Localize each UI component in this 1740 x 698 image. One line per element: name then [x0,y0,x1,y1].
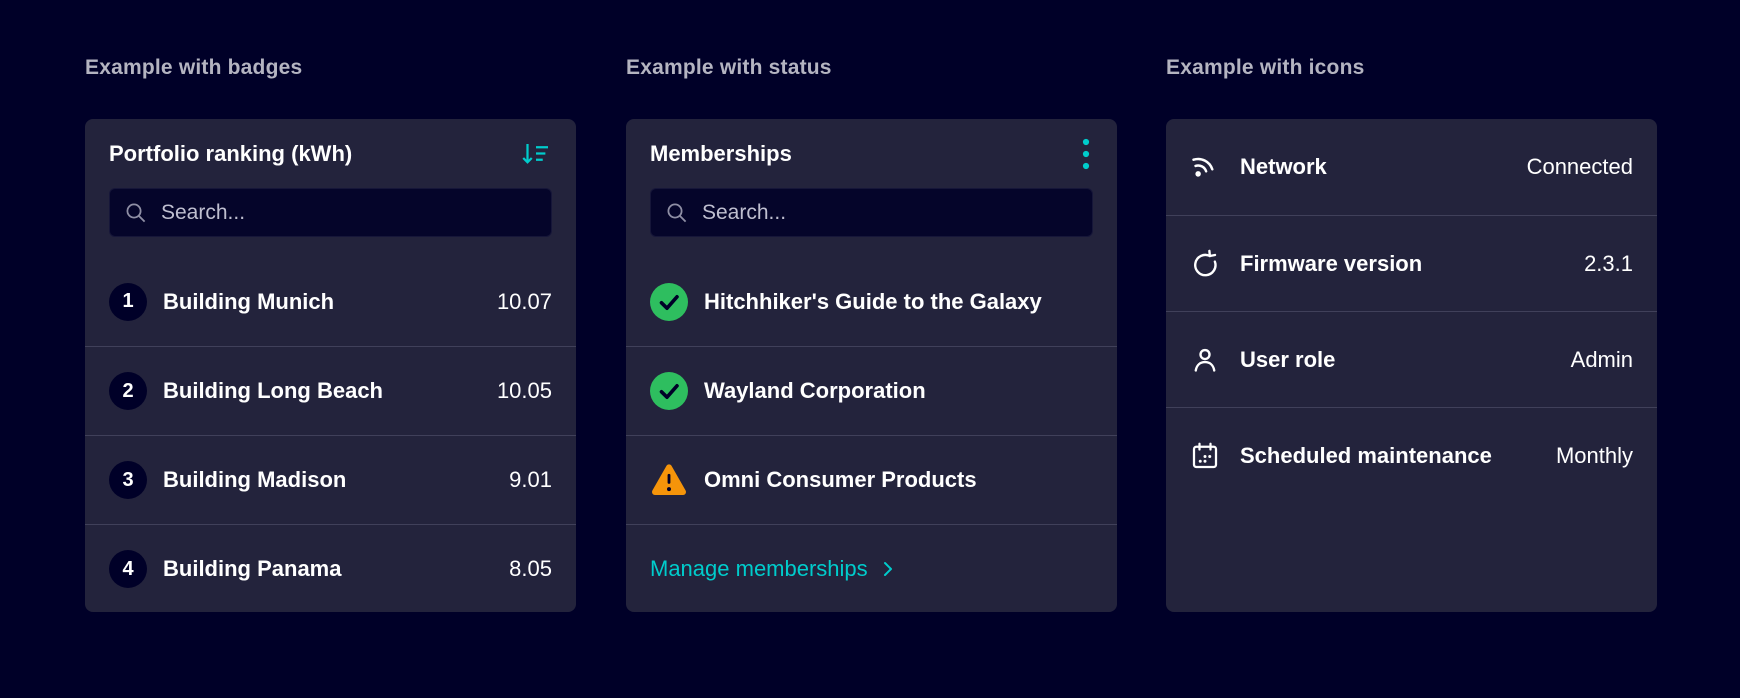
building-name: Building Madison [163,467,347,492]
ranking-row: 4 Building Panama 8.05 [85,524,576,612]
ranking-row: 2 Building Long Beach 10.05 [85,346,576,435]
success-check-icon [650,372,688,410]
card-title-portfolio-ranking: Portfolio ranking (kWh) [109,140,353,166]
calendar-icon [1190,441,1220,471]
building-name: Building Panama [163,556,342,581]
info-label: Network [1240,154,1327,179]
reset-icon [1190,249,1220,279]
info-row: User role Admin [1166,311,1657,407]
kwh-value: 10.05 [496,378,552,403]
section-heading-status: Example with status [626,56,832,79]
membership-row: Hitchhiker's Guide to the Galaxy [626,257,1117,346]
info-label: Scheduled maintenance [1240,442,1492,468]
memberships-search-field[interactable] [650,188,1093,237]
manage-memberships-label: Manage memberships [650,555,868,581]
section-heading-icons: Example with icons [1166,56,1365,79]
ranking-row: 1 Building Munich 10.07 [85,257,576,346]
portfolio-search-field[interactable] [109,188,552,237]
rank-badge: 1 [109,282,147,321]
card-header: Portfolio ranking (kWh) [85,119,576,188]
info-value: Admin [1570,346,1633,372]
sort-descending-button[interactable] [518,137,552,171]
card-header: Memberships [626,119,1117,188]
membership-name: Wayland Corporation [704,378,926,403]
section-icons: Example with icons Network Connected Fir… [1166,0,1657,698]
ranking-list: 1 Building Munich 10.07 2 Building Long … [85,257,576,612]
card-footer: Manage memberships [626,524,1117,612]
info-value: 2.3.1 [1584,250,1633,276]
kebab-menu-button[interactable] [1079,135,1093,173]
ranking-row: 3 Building Madison 9.01 [85,435,576,524]
memberships-card: Memberships Search... Hitchhiker's Guide… [626,119,1117,612]
info-label: Firmware version [1240,250,1423,276]
search-input[interactable] [702,200,1078,225]
search-icon [665,201,689,225]
section-badges: Example with badges Portfolio ranking (k… [85,0,576,698]
device-info-card: Network Connected Firmware version 2.3.1 [1166,119,1657,612]
card-title-memberships: Memberships [650,140,792,166]
success-check-icon [650,282,688,321]
kwh-value: 9.01 [509,467,552,492]
membership-name: Hitchhiker's Guide to the Galaxy [704,288,1042,314]
manage-memberships-link[interactable]: Manage memberships [650,556,894,582]
chevron-right-icon [882,559,894,579]
info-value: Monthly [1555,442,1633,468]
membership-row: Wayland Corporation [626,346,1117,435]
membership-row: Omni Consumer Products [626,435,1117,524]
kwh-value: 10.07 [496,288,552,314]
section-status: Example with status Memberships Search..… [626,0,1117,698]
building-name: Building Long Beach [163,378,383,403]
rank-badge: 3 [109,461,147,499]
building-name: Building Munich [163,288,335,314]
search-icon [124,201,148,225]
info-value: Connected [1526,154,1633,179]
rank-badge: 4 [109,550,147,588]
info-row: Firmware version 2.3.1 [1166,215,1657,311]
network-icon [1190,152,1220,182]
kwh-value: 8.05 [509,556,552,581]
rank-badge: 2 [109,372,147,410]
memberships-list: Hitchhiker's Guide to the Galaxy Wayland… [626,257,1117,612]
kebab-menu-icon [1081,137,1091,171]
info-row: Scheduled maintenance Monthly [1166,407,1657,503]
portfolio-ranking-card: Portfolio ranking (kWh) Search... 1 Buil… [85,119,576,612]
user-icon [1190,345,1220,375]
info-row: Network Connected [1166,119,1657,215]
membership-name: Omni Consumer Products [704,467,977,492]
search-input[interactable] [161,200,537,225]
warning-triangle-icon [650,461,688,499]
sort-descending-icon [520,139,550,169]
info-label: User role [1240,346,1336,372]
section-heading-badges: Example with badges [85,56,303,79]
